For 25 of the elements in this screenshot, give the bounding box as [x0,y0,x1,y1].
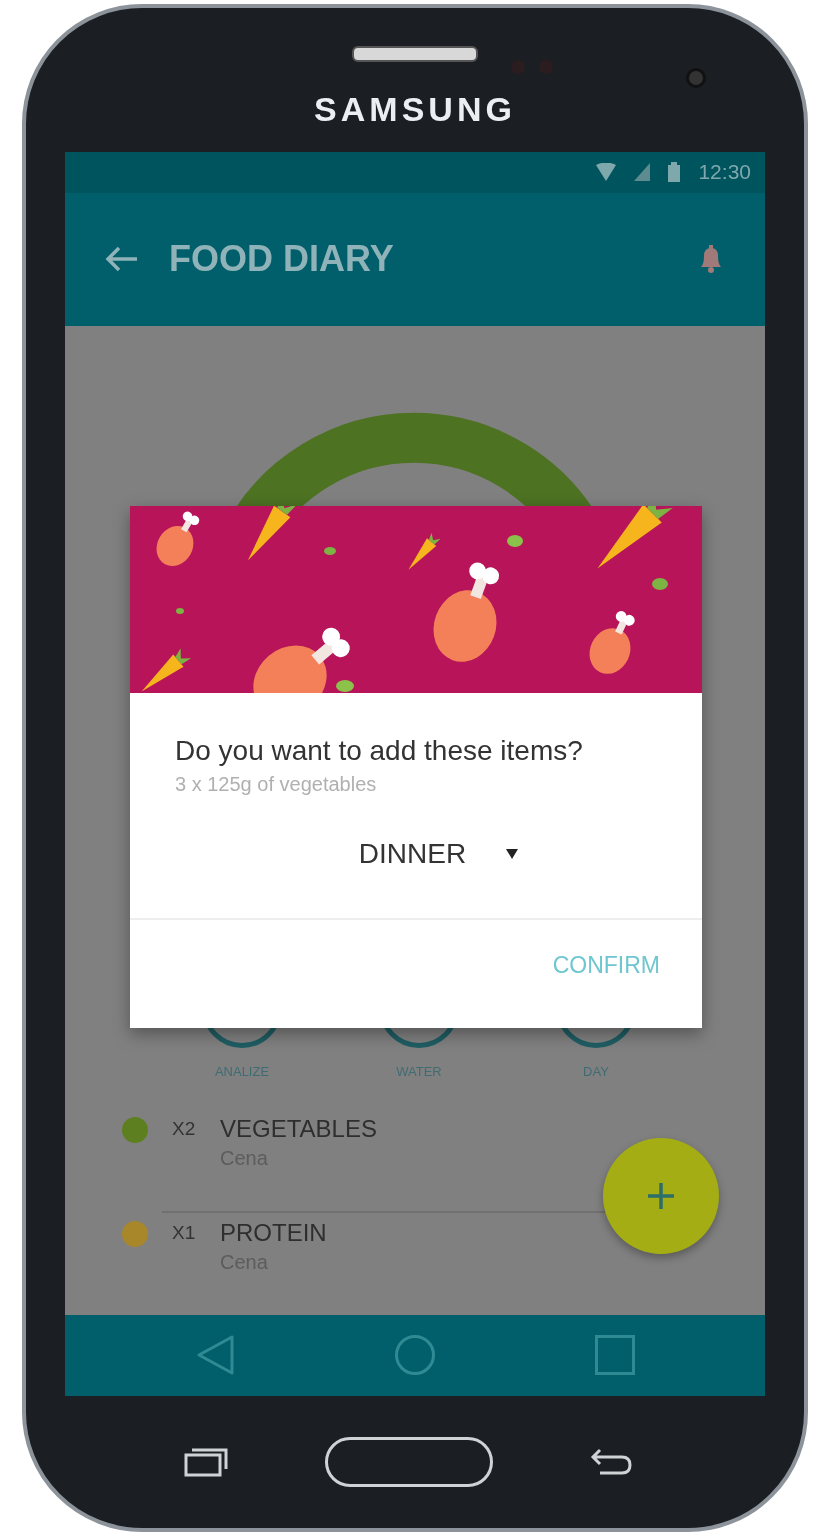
meal-dropdown[interactable]: DINNER [350,833,527,874]
battery-icon [668,162,681,183]
front-camera [686,68,706,88]
home-key[interactable] [325,1437,493,1487]
shortcut-label: DAY [583,1063,609,1079]
entry-name: VEGETABLES [220,1114,377,1143]
recent-apps-key-icon[interactable] [184,1447,228,1477]
brand-logo: SAMSUNG [314,90,516,129]
caret-icon [506,848,519,859]
clock: 12:30 [698,160,751,185]
home-icon[interactable] [394,1334,436,1377]
shortcut-label: WATER [396,1063,442,1079]
shortcut-label: ANALIZE [214,1063,270,1079]
back-key-icon[interactable] [590,1447,634,1477]
recents-icon[interactable] [595,1335,636,1376]
entry-count: X2 [172,1117,197,1140]
screen-title: FOOD DIARY [169,238,395,281]
back-arrow-icon[interactable] [105,245,139,274]
entry-count: X1 [172,1221,197,1244]
dialog-title: Do you want to add these items? [175,734,584,767]
wifi-icon [596,163,617,182]
plus-icon [646,1180,676,1211]
signal-icon [634,163,651,182]
dialog-subtitle: 3 x 125g of vegetables [175,772,378,796]
entry-name: PROTEIN [220,1218,327,1247]
